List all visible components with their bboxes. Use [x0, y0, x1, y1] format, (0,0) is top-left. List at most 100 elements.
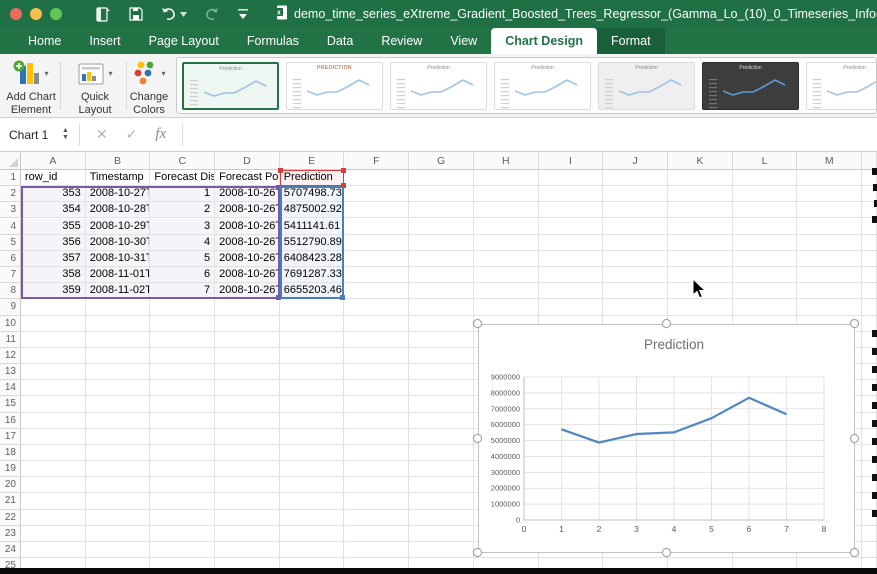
- cell-H6[interactable]: [474, 251, 539, 267]
- zoom-button[interactable]: [50, 8, 62, 20]
- cell-G6[interactable]: [409, 251, 474, 267]
- row-header-17[interactable]: 17: [0, 429, 21, 445]
- minimize-button[interactable]: [30, 8, 42, 20]
- cell-I2[interactable]: [539, 186, 604, 202]
- cell-A17[interactable]: [21, 429, 86, 445]
- cell-C16[interactable]: [150, 413, 215, 429]
- cell-F15[interactable]: [345, 396, 410, 412]
- column-header-L[interactable]: L: [733, 152, 798, 170]
- cell-L5[interactable]: [733, 235, 798, 251]
- prediction-chart[interactable]: Prediction010000002000000300000040000005…: [478, 324, 855, 553]
- cell-F16[interactable]: [345, 413, 410, 429]
- cell-B8[interactable]: 2008-11-02T: [86, 283, 151, 299]
- row-header-19[interactable]: 19: [0, 461, 21, 477]
- chart-style-5[interactable]: Prediction: [598, 62, 695, 110]
- cell-B22[interactable]: [86, 510, 151, 526]
- cell-E7[interactable]: 7691287.33: [280, 267, 345, 283]
- cell-E17[interactable]: [280, 429, 345, 445]
- cell-F10[interactable]: [345, 316, 410, 332]
- cell-H3[interactable]: [474, 202, 539, 218]
- tab-formulas[interactable]: Formulas: [233, 28, 313, 54]
- cell-G4[interactable]: [409, 219, 474, 235]
- cell-C3[interactable]: 2: [150, 202, 215, 218]
- column-header-F[interactable]: F: [345, 152, 410, 170]
- cell-F8[interactable]: [345, 283, 410, 299]
- row-header-12[interactable]: 12: [0, 348, 21, 364]
- cell-F14[interactable]: [345, 380, 410, 396]
- cell-B15[interactable]: [86, 396, 151, 412]
- cell-H8[interactable]: [474, 283, 539, 299]
- cell-L2[interactable]: [733, 186, 798, 202]
- cell-M6[interactable]: [797, 251, 862, 267]
- cell-F4[interactable]: [345, 219, 410, 235]
- cell-G3[interactable]: [409, 202, 474, 218]
- cell-B12[interactable]: [86, 348, 151, 364]
- cell-E4[interactable]: 5411141.61: [280, 219, 345, 235]
- cell-partial-23[interactable]: [862, 526, 877, 542]
- tab-view[interactable]: View: [436, 28, 491, 54]
- cell-A2[interactable]: 353: [21, 186, 86, 202]
- cell-J7[interactable]: [603, 267, 668, 283]
- cell-A7[interactable]: 358: [21, 267, 86, 283]
- cell-D10[interactable]: [215, 316, 280, 332]
- cell-D7[interactable]: 2008-10-26T: [215, 267, 280, 283]
- cell-E6[interactable]: 6408423.28: [280, 251, 345, 267]
- cell-L4[interactable]: [733, 219, 798, 235]
- cell-A9[interactable]: [21, 299, 86, 315]
- cell-F1[interactable]: [345, 170, 410, 186]
- cell-D16[interactable]: [215, 413, 280, 429]
- row-header-24[interactable]: 24: [0, 542, 21, 558]
- cell-E19[interactable]: [280, 461, 345, 477]
- cell-F23[interactable]: [345, 526, 410, 542]
- cell-E9[interactable]: [280, 299, 345, 315]
- cell-M8[interactable]: [797, 283, 862, 299]
- cell-F17[interactable]: [345, 429, 410, 445]
- cell-A1[interactable]: row_id: [21, 170, 86, 186]
- chart-selection-handle[interactable]: [473, 548, 482, 557]
- cell-E14[interactable]: [280, 380, 345, 396]
- cell-M9[interactable]: [797, 299, 862, 315]
- cell-E20[interactable]: [280, 477, 345, 493]
- cell-G15[interactable]: [409, 396, 474, 412]
- select-all-corner[interactable]: [0, 152, 21, 170]
- cell-L6[interactable]: [733, 251, 798, 267]
- cell-B20[interactable]: [86, 477, 151, 493]
- cell-G22[interactable]: [409, 510, 474, 526]
- confirm-icon[interactable]: ✓: [126, 126, 138, 143]
- cell-G17[interactable]: [409, 429, 474, 445]
- row-header-23[interactable]: 23: [0, 526, 21, 542]
- cell-C19[interactable]: [150, 461, 215, 477]
- cell-G7[interactable]: [409, 267, 474, 283]
- row-header-20[interactable]: 20: [0, 477, 21, 493]
- cell-C5[interactable]: 4: [150, 235, 215, 251]
- cell-F22[interactable]: [345, 510, 410, 526]
- cell-A8[interactable]: 359: [21, 283, 86, 299]
- cell-F20[interactable]: [345, 477, 410, 493]
- cell-C7[interactable]: 6: [150, 267, 215, 283]
- tab-chart-design[interactable]: Chart Design: [491, 28, 597, 54]
- cell-B10[interactable]: [86, 316, 151, 332]
- cell-J9[interactable]: [603, 299, 668, 315]
- row-header-14[interactable]: 14: [0, 380, 21, 396]
- cell-J6[interactable]: [603, 251, 668, 267]
- cell-D6[interactable]: 2008-10-26T: [215, 251, 280, 267]
- cell-G19[interactable]: [409, 461, 474, 477]
- cell-I7[interactable]: [539, 267, 604, 283]
- cell-F9[interactable]: [345, 299, 410, 315]
- cell-E12[interactable]: [280, 348, 345, 364]
- chart-selection-handle[interactable]: [473, 434, 482, 443]
- column-header-C[interactable]: C: [150, 152, 215, 170]
- cell-K2[interactable]: [668, 186, 733, 202]
- row-header-2[interactable]: 2: [0, 186, 21, 202]
- cell-A10[interactable]: [21, 316, 86, 332]
- cell-M4[interactable]: [797, 219, 862, 235]
- cell-A11[interactable]: [21, 332, 86, 348]
- cell-K1[interactable]: [668, 170, 733, 186]
- cell-K9[interactable]: [668, 299, 733, 315]
- cell-J2[interactable]: [603, 186, 668, 202]
- cell-partial-9[interactable]: [862, 299, 877, 315]
- cell-F5[interactable]: [345, 235, 410, 251]
- column-header-B[interactable]: B: [86, 152, 151, 170]
- cell-E24[interactable]: [280, 542, 345, 558]
- row-header-9[interactable]: 9: [0, 299, 21, 315]
